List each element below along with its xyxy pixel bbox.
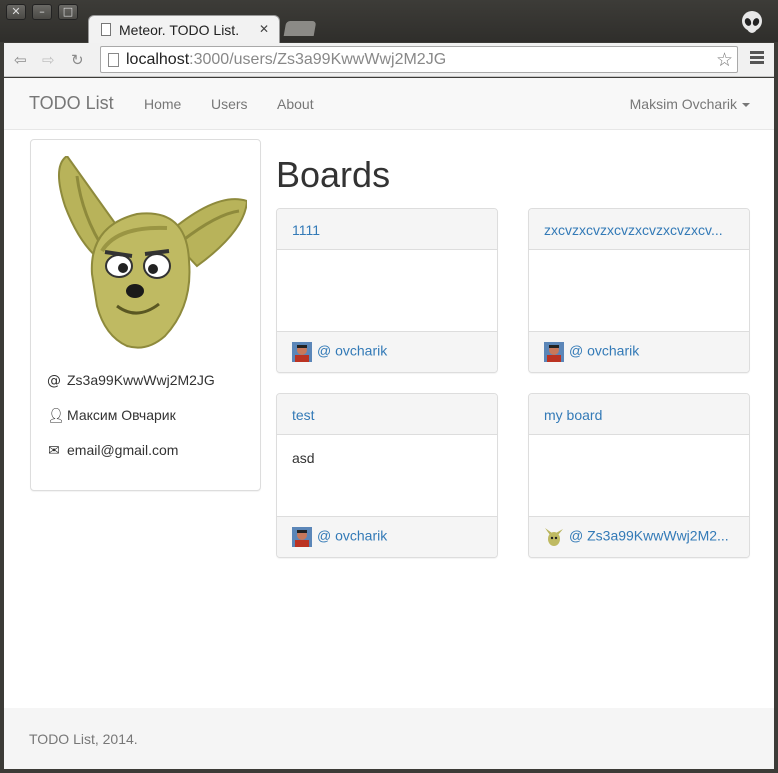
footer-text: TODO List, 2014. [29, 731, 138, 747]
board-owner: @ ovcharik [277, 331, 497, 372]
new-tab-button[interactable] [283, 21, 317, 36]
navbar: TODO List Home Users About Maksim Ovchar… [4, 78, 774, 130]
nav-link-home[interactable]: Home [144, 96, 181, 112]
browser-tab-active[interactable]: Meteor. TODO List. ✕ [88, 15, 280, 43]
owner-link[interactable]: @ ovcharik [317, 528, 387, 544]
profile-email-row: ✉ email@gmail.com [47, 442, 178, 459]
board-owner: @ ovcharik [277, 516, 497, 557]
board-title-link[interactable]: 1111 [277, 209, 497, 250]
profile-fullname-row: 👤︎ Максим Овчарик [47, 407, 176, 424]
owner-link[interactable]: @ Zs3a99KwwWwj2M2... [569, 528, 729, 544]
profile-fullname: Максим Овчарик [67, 407, 176, 423]
owner-avatar [544, 342, 564, 362]
owner-avatar [292, 342, 312, 362]
tab-close-icon[interactable]: ✕ [259, 22, 269, 36]
owner-link[interactable]: @ ovcharik [317, 343, 387, 359]
tab-title: Meteor. TODO List. [119, 22, 240, 38]
board-card: zxcvzxcvzxcvzxcvzxcvzxcv... @ ovcharik [528, 208, 750, 373]
avatar [58, 156, 247, 349]
user-dropdown-label: Maksim Ovcharik [629, 96, 737, 112]
board-card: 1111 @ ovcharik [276, 208, 498, 373]
url-path: :3000/users/Zs3a99KwwWwj2M2JG [189, 51, 447, 68]
back-arrow-icon[interactable]: ⇦ [14, 51, 27, 69]
board-card: my board @ Zs3a99KwwWwj2M2... [528, 393, 750, 558]
board-title-link[interactable]: zxcvzxcvzxcvzxcvzxcvzxcv... [529, 209, 749, 250]
page-icon [108, 53, 119, 67]
board-title-link[interactable]: test [277, 394, 497, 435]
page-footer: TODO List, 2014. [4, 708, 774, 769]
board-description [529, 250, 749, 331]
url-text[interactable]: localhost:3000/users/Zs3a99KwwWwj2M2JG [126, 51, 446, 69]
browser-menu-icon[interactable] [750, 51, 764, 66]
address-bar[interactable]: localhost:3000/users/Zs3a99KwwWwj2M2JG ☆ [100, 46, 738, 73]
owner-avatar [292, 527, 312, 547]
bookmark-star-icon[interactable]: ☆ [716, 49, 733, 71]
board-owner: @ Zs3a99KwwWwj2M2... [529, 516, 749, 557]
incognito-alien-icon [742, 11, 762, 33]
nav-link-about[interactable]: About [277, 96, 314, 112]
window-close-icon[interactable]: ✕ [6, 4, 26, 20]
owner-link[interactable]: @ ovcharik [569, 343, 639, 359]
board-description: asd [292, 450, 315, 466]
url-host: localhost [126, 51, 190, 68]
board-card: test asd @ ovcharik [276, 393, 498, 558]
board-description [277, 250, 497, 331]
reload-icon[interactable]: ↻ [71, 51, 84, 69]
at-icon: @ [47, 373, 61, 389]
page-icon [101, 23, 111, 36]
profile-username-row: @ Zs3a99KwwWwj2M2JG [47, 372, 215, 389]
profile-username: Zs3a99KwwWwj2M2JG [67, 372, 215, 388]
profile-panel: @ Zs3a99KwwWwj2M2JG 👤︎ Максим Овчарик ✉ ema… [30, 139, 261, 491]
envelope-icon: ✉ [48, 443, 60, 459]
navbar-brand[interactable]: TODO List [29, 93, 114, 114]
browser-toolbar: ⇦ ⇨ ↻ localhost:3000/users/Zs3a99KwwWwj2… [4, 43, 774, 77]
owner-avatar [544, 527, 564, 547]
forward-arrow-icon[interactable]: ⇨ [42, 51, 55, 69]
board-title-link[interactable]: my board [529, 394, 749, 435]
nav-link-users[interactable]: Users [211, 96, 248, 112]
user-dropdown[interactable]: Maksim Ovcharik [630, 96, 750, 112]
window-titlebar: ✕ – □ Meteor. TODO List. ✕ [0, 0, 778, 43]
board-description [529, 435, 749, 516]
profile-email: email@gmail.com [67, 442, 179, 458]
window-maximize-icon[interactable]: □ [58, 4, 78, 20]
window-minimize-icon[interactable]: – [32, 4, 52, 20]
page-viewport: TODO List Home Users About Maksim Ovchar… [4, 78, 774, 769]
board-owner: @ ovcharik [529, 331, 749, 372]
user-icon: 👤︎ [47, 408, 65, 424]
caret-down-icon [742, 103, 750, 108]
page-title: Boards [276, 154, 391, 195]
